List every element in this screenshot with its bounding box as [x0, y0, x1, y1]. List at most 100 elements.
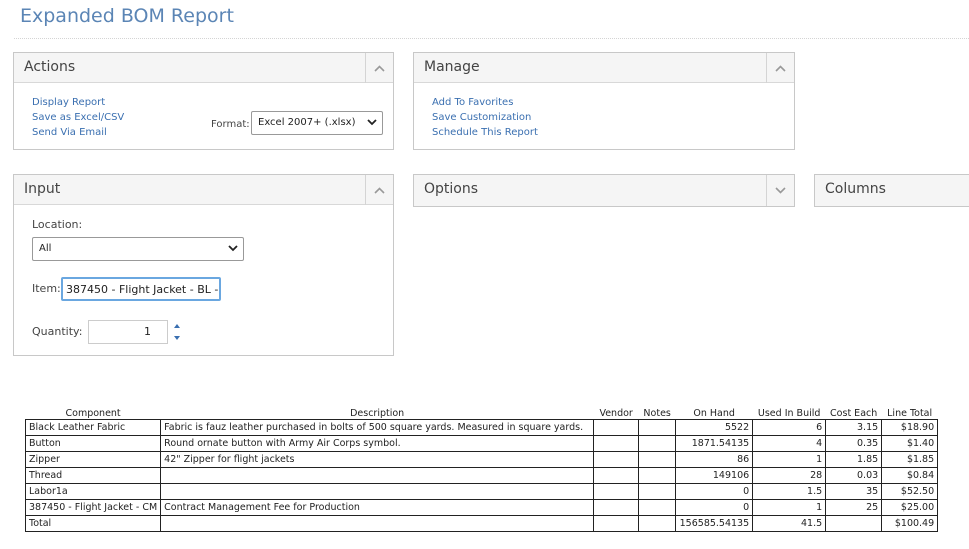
- table-cell: 1.5: [752, 482, 827, 500]
- table-cell: [160, 482, 595, 500]
- table-cell: [825, 514, 883, 532]
- table-cell: 41.5: [752, 514, 827, 532]
- table-cell: 1: [752, 498, 827, 516]
- table-cell: 86: [675, 450, 754, 468]
- manage-panel: Manage Add To Favorites Save Customizati…: [413, 52, 795, 150]
- table-cell: [593, 450, 640, 468]
- table-cell: Button: [24, 434, 162, 452]
- table-cell: $100.49: [881, 514, 939, 532]
- location-select[interactable]: All: [32, 237, 244, 261]
- table-row: Thread 149106 28 0.03 $0.84: [24, 466, 939, 484]
- format-select[interactable]: Excel 2007+ (.xlsx): [251, 111, 383, 135]
- column-header-vendor: Vendor: [599, 407, 633, 419]
- manage-panel-title: Manage: [424, 59, 480, 75]
- table-cell: $18.90: [881, 418, 939, 436]
- table-cell: $25.00: [881, 498, 939, 516]
- input-panel-header[interactable]: Input: [14, 175, 393, 205]
- table-cell: [160, 466, 595, 484]
- options-panel: Options: [413, 174, 795, 207]
- table-total-row: Total 156585.54135 41.5 $100.49: [24, 514, 939, 532]
- bom-table: Component Description Vendor Notes On Ha…: [24, 403, 939, 532]
- table-cell: [638, 466, 677, 484]
- table-row: Labor1a 0 1.5 35 $52.50: [24, 482, 939, 500]
- table-row: 387450 - Flight Jacket - CM Contract Mana…: [24, 498, 939, 516]
- input-panel-title: Input: [24, 181, 61, 197]
- column-header-on-hand: On Hand: [693, 407, 735, 419]
- table-cell: [593, 466, 640, 484]
- manage-links: Add To Favorites Save Customization Sche…: [432, 95, 538, 140]
- table-cell: [593, 434, 640, 452]
- expand-chevron-down-icon[interactable]: [766, 175, 794, 206]
- quantity-stepper-icon[interactable]: [172, 321, 182, 343]
- options-panel-header[interactable]: Options: [414, 175, 794, 206]
- table-cell: Total: [24, 514, 162, 532]
- column-header-line-total: Line Total: [887, 407, 933, 419]
- table-row: Black Leather Fabric Fabric is fauz leath…: [24, 418, 939, 436]
- table-row: Button Round ornate button with Army Air …: [24, 434, 939, 452]
- add-to-favorites-link[interactable]: Add To Favorites: [432, 95, 538, 110]
- item-label: Item:: [32, 282, 61, 295]
- display-report-link[interactable]: Display Report: [32, 95, 124, 110]
- table-cell: [593, 514, 640, 532]
- table-cell: 149106: [675, 466, 754, 484]
- save-customization-link[interactable]: Save Customization: [432, 110, 538, 125]
- column-header-notes: Notes: [643, 407, 671, 419]
- table-cell: 0: [675, 482, 754, 500]
- table-cell: [638, 434, 677, 452]
- actions-links: Display Report Save as Excel/CSV Send Vi…: [32, 95, 124, 140]
- table-cell: 0.35: [825, 434, 883, 452]
- page-title: Expanded BOM Report: [20, 5, 234, 27]
- table-cell: Labor1a: [24, 482, 162, 500]
- table-cell: $52.50: [881, 482, 939, 500]
- actions-panel-title: Actions: [24, 59, 76, 75]
- collapse-chevron-up-icon[interactable]: [365, 53, 393, 83]
- table-cell: [593, 418, 640, 436]
- table-cell: 387450 - Flight Jacket - CM: [24, 498, 162, 516]
- columns-panel-title: Columns: [825, 181, 886, 197]
- column-header-cost-each: Cost Each: [830, 407, 878, 419]
- chevron-down-icon: [367, 119, 377, 126]
- table-cell: 0: [675, 498, 754, 516]
- input-panel: Input Location: All Item: 387450 - Fligh…: [13, 174, 394, 356]
- collapse-chevron-up-icon[interactable]: [365, 175, 393, 205]
- title-divider: [14, 38, 969, 39]
- collapse-chevron-up-icon[interactable]: [766, 53, 794, 83]
- options-panel-title: Options: [424, 181, 479, 197]
- save-as-excel-link[interactable]: Save as Excel/CSV: [32, 110, 124, 125]
- table-cell: Fabric is fauz leather purchased in bolt…: [160, 418, 595, 436]
- format-select-value: Excel 2007+ (.xlsx): [258, 117, 356, 128]
- chevron-down-icon: [228, 245, 238, 252]
- table-cell: Zipper: [24, 450, 162, 468]
- location-label: Location:: [32, 218, 83, 231]
- table-cell: $0.84: [881, 466, 939, 484]
- table-cell: 35: [825, 482, 883, 500]
- table-cell: 1.85: [825, 450, 883, 468]
- table-cell: 4: [752, 434, 827, 452]
- table-cell: 1871.54135: [675, 434, 754, 452]
- item-field[interactable]: 387450 - Flight Jacket - BL - CC: [61, 277, 221, 301]
- table-cell: [638, 482, 677, 500]
- table-cell: [593, 498, 640, 516]
- quantity-field[interactable]: 1: [88, 320, 168, 344]
- table-cell: $1.85: [881, 450, 939, 468]
- send-via-email-link[interactable]: Send Via Email: [32, 125, 124, 140]
- column-header-component: Component: [65, 407, 121, 419]
- schedule-report-link[interactable]: Schedule This Report: [432, 125, 538, 140]
- table-cell: 1: [752, 450, 827, 468]
- table-cell: [160, 514, 595, 532]
- table-cell: 6: [752, 418, 827, 436]
- table-cell: 3.15: [825, 418, 883, 436]
- column-header-used-in-build: Used In Build: [757, 407, 821, 419]
- table-cell: 25: [825, 498, 883, 516]
- table-cell: [638, 514, 677, 532]
- column-header-description: Description: [350, 407, 405, 419]
- table-row: Zipper 42" Zipper for flight jackets 86 1 1.…: [24, 450, 939, 468]
- manage-panel-header[interactable]: Manage: [414, 53, 794, 83]
- table-cell: 5522: [675, 418, 754, 436]
- table-cell: 0.03: [825, 466, 883, 484]
- location-select-value: All: [39, 243, 52, 254]
- format-label: Format:: [211, 119, 250, 130]
- table-cell: Black Leather Fabric: [24, 418, 162, 436]
- actions-panel-header[interactable]: Actions: [14, 53, 393, 83]
- columns-panel-header[interactable]: Columns: [815, 175, 969, 206]
